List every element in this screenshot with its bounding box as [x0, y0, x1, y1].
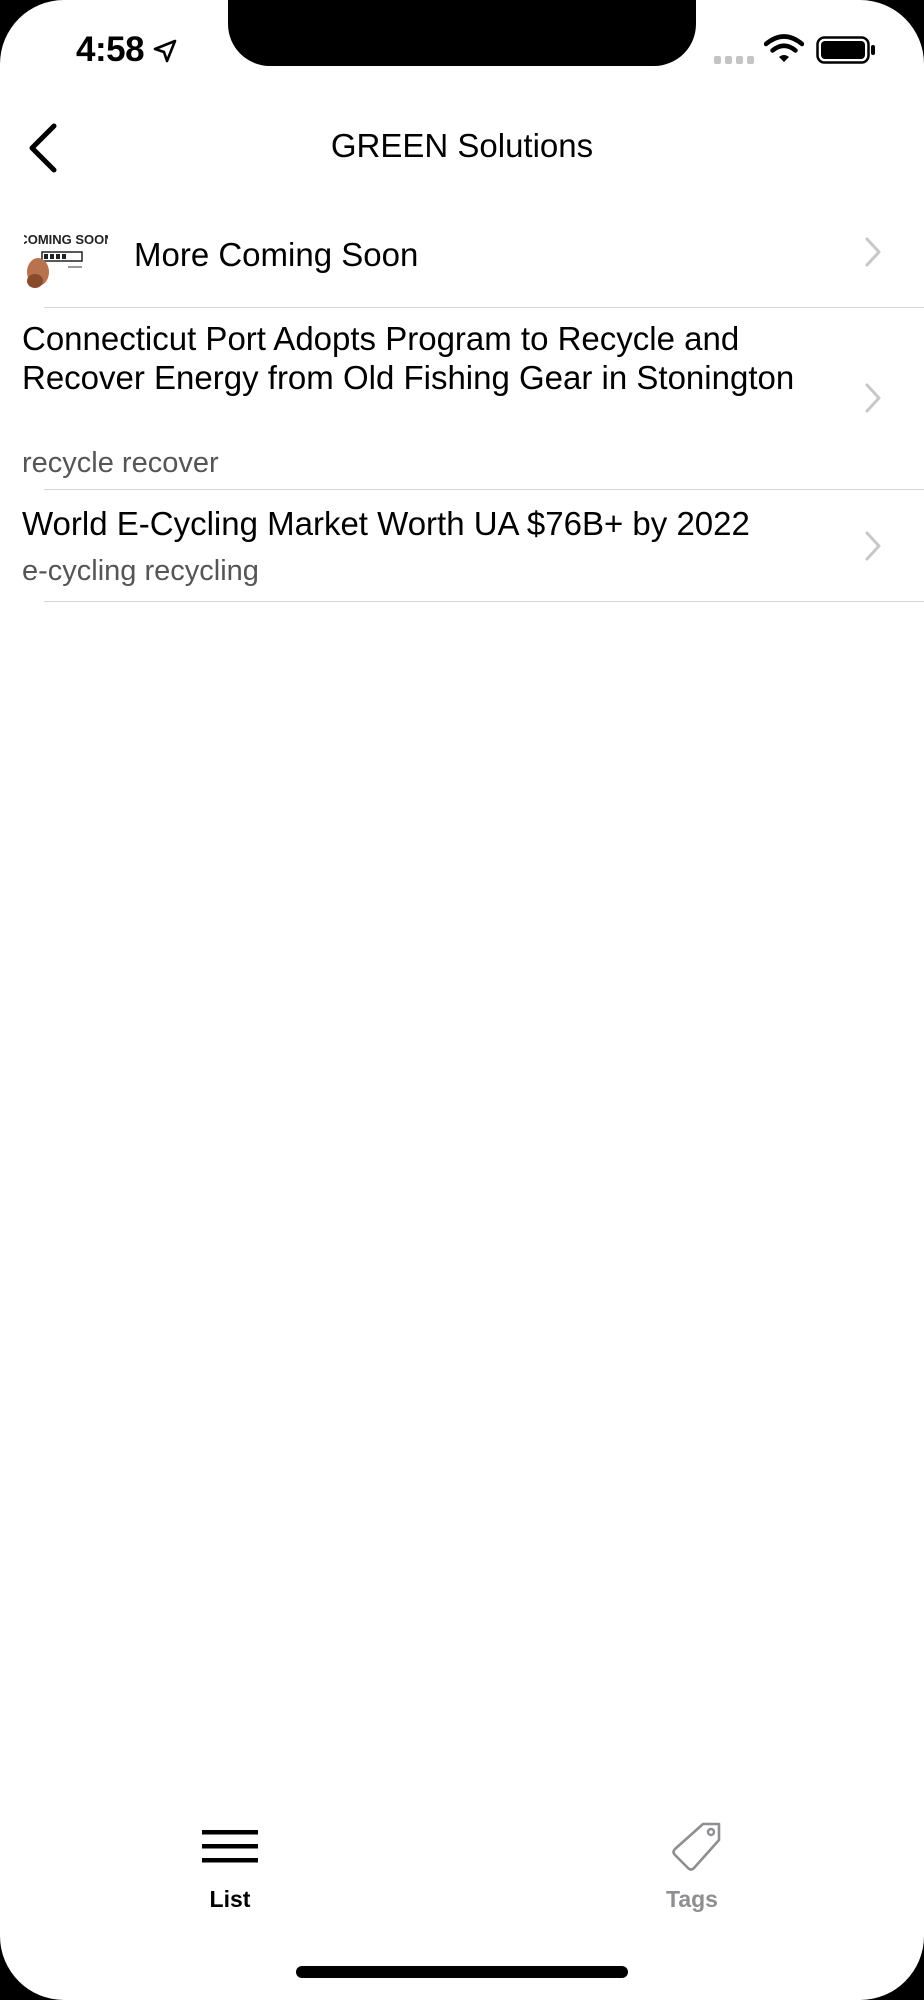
- list-item[interactable]: COMING SOON More Coming Soon: [0, 206, 924, 308]
- wifi-icon: [764, 34, 804, 62]
- list-item-title: World E-Cycling Market Worth UA $76B+ by…: [22, 505, 750, 542]
- coming-soon-thumbnail: COMING SOON: [24, 228, 108, 290]
- list-item-title: Connecticut Port Adopts Program to Recyc…: [22, 320, 795, 396]
- battery-icon: [816, 36, 875, 64]
- chevron-right-icon: [865, 383, 881, 413]
- location-arrow-icon: [153, 39, 177, 63]
- page-title: GREEN Solutions: [330, 127, 594, 164]
- tab-list[interactable]: List: [130, 1822, 330, 1922]
- list-item[interactable]: Connecticut Port Adopts Program to Recyc…: [0, 308, 924, 490]
- list-item[interactable]: World E-Cycling Market Worth UA $76B+ by…: [0, 490, 924, 602]
- chevron-right-icon: [865, 237, 881, 267]
- list-icon: [202, 1830, 258, 1863]
- cellular-signal-icon: [714, 56, 754, 64]
- status-time: 4:58: [76, 30, 145, 69]
- home-indicator: [296, 1966, 628, 1978]
- tab-tags[interactable]: Tags: [592, 1822, 792, 1922]
- svg-text:COMING SOON: COMING SOON: [24, 232, 108, 247]
- tab-tags-label: Tags: [666, 1886, 718, 1912]
- list-item-tags: recycle recover: [22, 447, 219, 479]
- tag-icon: [672, 1822, 721, 1871]
- chevron-right-icon: [865, 531, 881, 561]
- row-separator: [44, 600, 924, 602]
- list-item-tags: e-cycling recycling: [22, 555, 259, 587]
- app-screen: 4:58 GREEN Solutions COMING SOON: [0, 0, 924, 2000]
- list-item-title: More Coming Soon: [134, 236, 419, 273]
- device-notch: [228, 0, 696, 66]
- tab-list-label: List: [209, 1886, 251, 1912]
- article-list: COMING SOON More Coming Soon Connecticut…: [0, 206, 924, 602]
